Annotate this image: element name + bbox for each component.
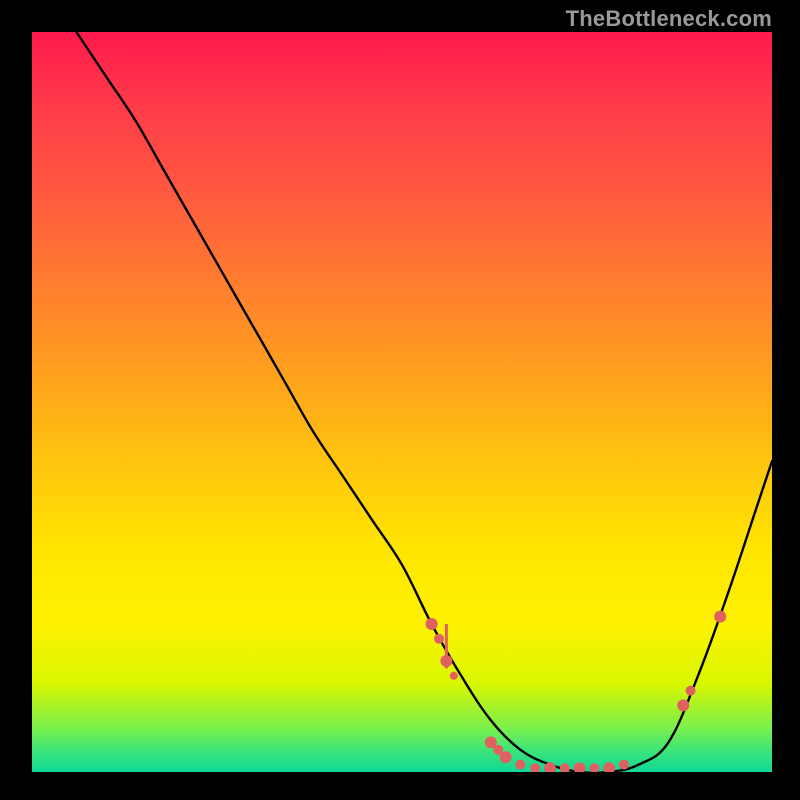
watermark-text: TheBottleneck.com: [566, 6, 772, 32]
data-marker: [714, 611, 726, 623]
data-marker: [530, 763, 540, 772]
data-marker: [434, 634, 444, 644]
chart-frame: TheBottleneck.com: [0, 0, 800, 800]
data-marker: [426, 618, 438, 630]
curve-line: [76, 32, 772, 772]
data-markers: [426, 611, 727, 772]
chart-svg: [32, 32, 772, 772]
data-marker: [450, 672, 458, 680]
data-marker: [544, 762, 556, 772]
data-marker: [500, 751, 512, 763]
data-marker: [589, 763, 599, 772]
data-marker: [560, 763, 570, 772]
data-marker: [603, 762, 615, 772]
data-marker: [515, 760, 525, 770]
data-marker: [485, 736, 497, 748]
data-marker: [686, 686, 696, 696]
data-marker: [574, 762, 586, 772]
data-marker: [619, 760, 629, 770]
data-marker: [677, 699, 689, 711]
data-marker: [493, 745, 503, 755]
plot-area: [32, 32, 772, 772]
data-marker: [440, 655, 452, 667]
